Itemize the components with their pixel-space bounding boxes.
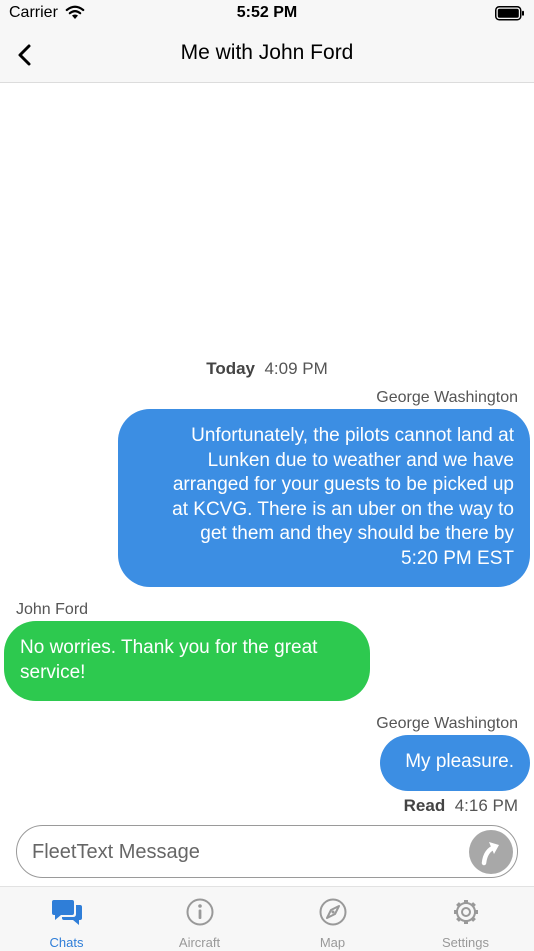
read-receipt: Read 4:16 PM <box>404 796 518 816</box>
tab-bar: Chats Aircraft Map Settings <box>0 886 534 951</box>
message-line: 5:20 PM EST <box>401 547 514 569</box>
message-line: Lunken due to weather and we have <box>207 449 514 471</box>
status-bar: Carrier 5:52 PM <box>0 0 534 28</box>
chat-area[interactable]: Today 4:09 PM George Washington Unfortun… <box>0 83 534 818</box>
message-bubble-outgoing[interactable]: Unfortunately, the pilots cannot land at… <box>118 409 530 587</box>
gear-icon <box>454 900 478 924</box>
compass-icon <box>319 898 347 926</box>
message-bubble-incoming[interactable]: No worries. Thank you for the great serv… <box>4 621 370 701</box>
tab-label: Map <box>319 935 346 950</box>
tab-settings[interactable]: Settings <box>399 887 532 951</box>
tab-aircraft[interactable]: Aircraft <box>133 887 266 951</box>
page-title: Me with John Ford <box>180 41 354 64</box>
nav-bar: Me with John Ford <box>0 28 534 83</box>
message-line: arranged for your guests to be picked up <box>172 474 514 495</box>
message-bubble-outgoing[interactable]: My pleasure. <box>380 735 530 791</box>
message-line: service! <box>20 661 86 683</box>
tab-label: Settings <box>442 935 489 950</box>
send-arrow-icon <box>481 842 499 866</box>
message-line: get them and they should be there by <box>200 523 514 544</box>
tab-chats[interactable]: Chats <box>0 887 133 951</box>
info-circle-icon <box>186 898 214 926</box>
message-input[interactable] <box>30 836 464 868</box>
message-sender: George Washington <box>376 389 518 406</box>
tab-label: Chats <box>49 935 84 950</box>
message-line: at KCVG. There is an uber on the way to <box>172 498 514 520</box>
message-line: Unfortunately, the pilots cannot land at <box>191 425 514 446</box>
message-line: No worries. Thank you for the great <box>20 637 318 658</box>
date-header-time: 4:09 PM <box>264 359 328 378</box>
message-line: My pleasure. <box>405 751 514 772</box>
tab-label: Aircraft <box>178 935 221 950</box>
chat-bubbles-icon <box>52 900 82 925</box>
send-button[interactable] <box>469 830 513 874</box>
date-header: Today 4:09 PM <box>0 359 534 379</box>
date-header-day: Today <box>206 359 256 378</box>
read-status: Read <box>403 796 446 815</box>
status-time: 5:52 PM <box>236 4 298 21</box>
message-sender: George Washington <box>376 715 518 732</box>
battery-icon <box>495 6 524 21</box>
message-sender: John Ford <box>16 601 89 618</box>
message-composer <box>16 825 518 878</box>
read-time: 4:16 PM <box>454 796 518 815</box>
tab-map[interactable]: Map <box>266 887 399 951</box>
